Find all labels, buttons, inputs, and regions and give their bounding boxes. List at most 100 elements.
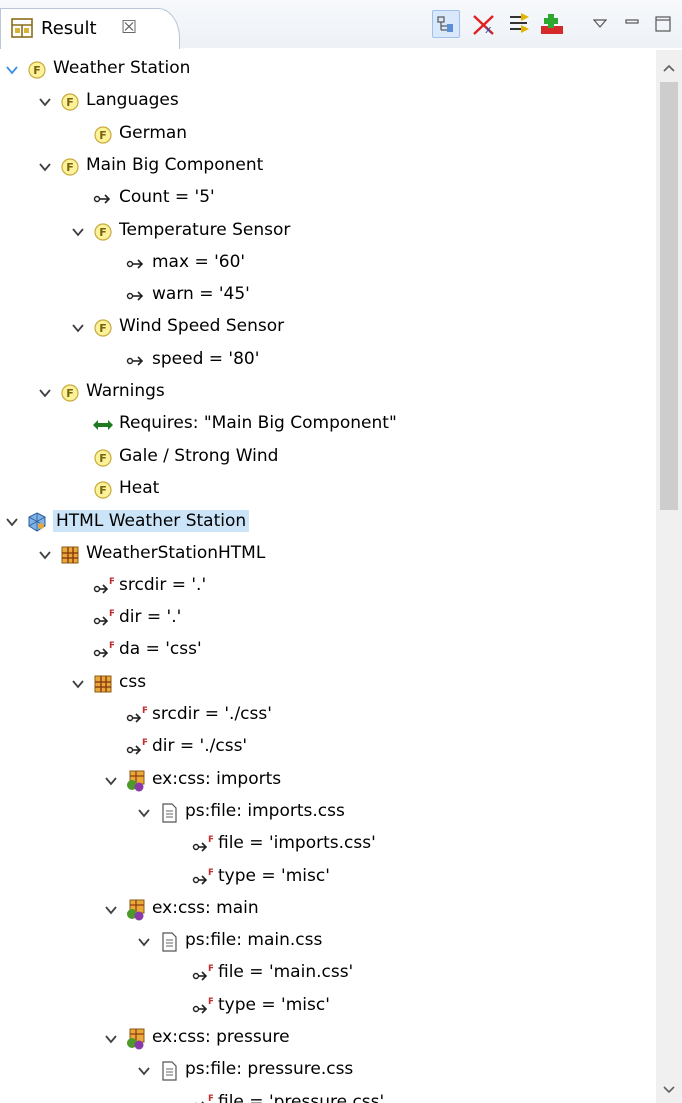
scroll-down-icon[interactable] [662, 1082, 676, 1096]
tree-node-icon: F [191, 867, 214, 894]
tree-row[interactable]: warn = '45' [0, 280, 656, 312]
chevron-down-icon[interactable] [104, 1032, 118, 1046]
minimize-button[interactable] [622, 10, 642, 38]
scroll-up-icon[interactable] [662, 62, 676, 76]
svg-text:F: F [109, 609, 114, 619]
tree-row[interactable]: WeatherStationHTML [0, 539, 656, 571]
chevron-down-icon[interactable] [5, 515, 19, 529]
svg-text:F: F [208, 1094, 213, 1103]
tree-row[interactable]: Fda = 'css' [0, 635, 656, 667]
tree-row[interactable]: F Main Big Component [0, 151, 656, 183]
tab-result[interactable]: Result ☒ [0, 8, 180, 49]
tree-node-label: speed = '80' [152, 348, 260, 369]
chevron-down-icon[interactable] [71, 321, 85, 335]
tree-row[interactable]: Ffile = 'imports.css' [0, 829, 656, 861]
tree-node-icon: F [191, 1093, 214, 1103]
chevron-down-icon[interactable] [71, 225, 85, 239]
tree-row[interactable]: F Warnings [0, 377, 656, 409]
tree-node-icon: F [125, 705, 148, 732]
remove-filter-button[interactable]: x [470, 10, 498, 38]
part-icon [127, 899, 145, 921]
chevron-down-icon[interactable] [137, 935, 151, 949]
tree-row[interactable]: Ffile = 'pressure.css' [0, 1088, 656, 1103]
tree-node-icon: F [92, 124, 114, 151]
svg-text:F: F [208, 868, 213, 878]
tree-node-label: file = 'main.css' [218, 962, 354, 983]
tree-row[interactable]: Requires: "Main Big Component" [0, 409, 656, 441]
tree-node-icon: F [59, 382, 81, 409]
tree-row[interactable]: max = '60' [0, 248, 656, 280]
tree-row[interactable]: ex:css: imports [0, 765, 656, 797]
tree-node-label: type = 'misc' [218, 994, 330, 1015]
tree-node-label: ex:css: pressure [152, 1027, 290, 1047]
tree-node-label: srcdir = '.' [119, 574, 207, 595]
formula-attribute-icon: F [192, 964, 214, 981]
tree-node-label: Wind Speed Sensor [119, 316, 285, 337]
chevron-down-icon[interactable] [38, 386, 52, 400]
maximize-button[interactable] [652, 10, 674, 38]
feature-icon: F [94, 125, 112, 144]
tree-row[interactable]: F Wind Speed Sensor [0, 312, 656, 344]
tree-row[interactable]: Fdir = './css' [0, 732, 656, 764]
tree-node-icon [125, 899, 147, 926]
chevron-down-icon[interactable] [104, 903, 118, 917]
tree-row[interactable]: Ftype = 'misc' [0, 862, 656, 894]
tree-row[interactable]: F German [0, 119, 656, 151]
chevron-down-icon[interactable] [104, 774, 118, 788]
tree-row[interactable]: ex:css: main [0, 894, 656, 926]
tree-node-icon: F [92, 317, 114, 344]
attribute-arrow-icon [93, 194, 111, 204]
tree-node-label: dir = './css' [152, 736, 248, 757]
chevron-down-icon[interactable] [71, 677, 85, 691]
chevron-down-icon[interactable] [38, 160, 52, 174]
tree-node-icon [158, 1060, 180, 1087]
family-model-icon [28, 512, 46, 532]
tree-row[interactable]: ps:file: pressure.css [0, 1055, 656, 1087]
add-button[interactable] [538, 10, 566, 38]
tree-row[interactable]: HTML Weather Station [0, 506, 656, 538]
tree-row[interactable]: Fsrcdir = '.' [0, 571, 656, 603]
tab-result-label: Result [41, 18, 97, 39]
tree-row[interactable]: speed = '80' [0, 345, 656, 377]
svg-text:F: F [99, 129, 107, 142]
tree-row[interactable]: Ftype = 'misc' [0, 991, 656, 1023]
result-tree[interactable]: F Weather Station F Languages F German F Main B… [0, 50, 656, 1103]
view-menu-button[interactable] [590, 10, 610, 38]
tree-node-label: ps:file: main.css [185, 930, 323, 951]
tree-node-label: ps:file: imports.css [185, 800, 345, 821]
tree-node-label: WeatherStationHTML [86, 542, 266, 563]
tree-row[interactable]: Count = '5' [0, 183, 656, 215]
tree-node-icon: F [92, 608, 115, 635]
tree-row[interactable]: Fdir = '.' [0, 603, 656, 635]
close-icon[interactable]: ☒ [121, 17, 137, 38]
tree-row[interactable]: css [0, 668, 656, 700]
svg-text:F: F [109, 641, 114, 651]
tree-row[interactable]: F Weather Station [0, 54, 656, 86]
tree-node-icon: F [26, 59, 48, 86]
tree-row[interactable]: F Languages [0, 86, 656, 118]
maximize-icon [655, 16, 671, 32]
chevron-down-icon[interactable] [137, 806, 151, 820]
tree-row[interactable]: F Gale / Strong Wind [0, 442, 656, 474]
tree-node-icon: F [191, 963, 214, 990]
svg-text:F: F [99, 322, 107, 335]
chevron-down-icon[interactable] [38, 95, 52, 109]
link-editor-button[interactable] [506, 10, 534, 38]
tree-node-label: Weather Station [53, 58, 191, 78]
tree-node-label: Heat [119, 477, 160, 498]
tree-row[interactable]: F Heat [0, 474, 656, 506]
chevron-down-icon[interactable] [137, 1064, 151, 1078]
chevron-down-icon[interactable] [5, 63, 19, 77]
tree-node-icon: F [191, 834, 214, 861]
tree-row[interactable]: ps:file: imports.css [0, 797, 656, 829]
tree-row[interactable]: F Temperature Sensor [0, 216, 656, 248]
scrollbar-thumb[interactable] [660, 82, 678, 510]
tree-row[interactable]: ex:css: pressure [0, 1023, 656, 1055]
tree-row[interactable]: Ffile = 'main.css' [0, 958, 656, 990]
chevron-down-icon[interactable] [38, 548, 52, 562]
collapse-all-button[interactable] [432, 10, 460, 38]
tree-row[interactable]: Fsrcdir = './css' [0, 700, 656, 732]
attribute-arrow-icon [126, 291, 144, 301]
component-icon [94, 675, 112, 693]
tree-row[interactable]: ps:file: main.css [0, 926, 656, 958]
